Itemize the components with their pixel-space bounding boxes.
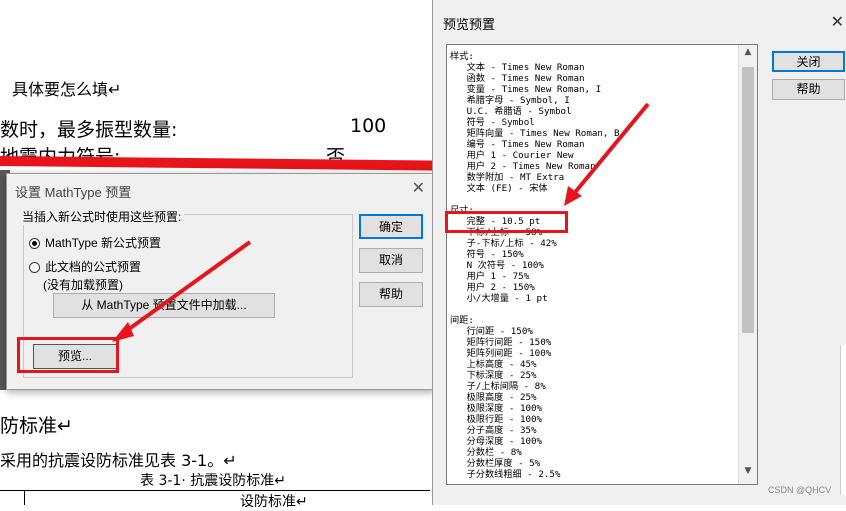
close-button[interactable]: 关闭: [772, 51, 845, 72]
param-max-modes-label: 数时，最多振型数量:: [0, 119, 178, 141]
dialog-title: 预览预置: [443, 17, 496, 32]
body-paragraph: 采用的抗震设防标准见表 3-1。↵: [0, 451, 237, 470]
cancel-button[interactable]: 取消: [359, 248, 423, 273]
group-title: 当插入新公式时使用这些预置:: [19, 208, 185, 225]
preview-highlight-box: [17, 337, 119, 373]
table-header-cell: 设防标准↵: [240, 494, 308, 510]
help-button[interactable]: 帮助: [772, 79, 845, 100]
side-panel-edge: [840, 345, 846, 495]
preview-text: 样式: 文本 - Times New Roman 函数 - Times New …: [450, 51, 620, 480]
size-highlight-box: [445, 211, 568, 233]
table-top-border: [0, 490, 430, 491]
help-button[interactable]: 帮助: [359, 282, 423, 307]
radio-checked-icon: [29, 238, 40, 249]
question-text: 具体要怎么填↵: [12, 80, 122, 99]
radio-document-preset-label: 此文档的公式预置: [45, 260, 142, 274]
param-max-modes-value: 100: [350, 115, 387, 137]
radio-unchecked-icon: [29, 262, 40, 273]
close-icon[interactable]: ✕: [831, 12, 844, 32]
table-caption: 表 3-1· 抗震设防标准↵: [140, 473, 286, 489]
radio-document-preset[interactable]: 此文档的公式预置: [29, 258, 141, 275]
no-preset-note: (没有加载预置): [43, 278, 123, 292]
vertical-scrollbar[interactable]: ▲ ▼: [738, 45, 757, 484]
radio-new-preset[interactable]: MathType 新公式预置: [29, 234, 161, 251]
dialog-title: 设置 MathType 预置: [15, 185, 132, 200]
scroll-up-icon[interactable]: ▲: [739, 47, 757, 63]
watermark: CSDN @QHCV: [768, 485, 832, 495]
close-icon[interactable]: ✕: [412, 178, 425, 198]
section-heading: 防标准↵: [0, 415, 73, 437]
ok-button[interactable]: 确定: [359, 214, 423, 239]
load-from-file-button[interactable]: 从 MathType 预置文件中加载...: [53, 293, 275, 318]
radio-new-preset-label: MathType 新公式预置: [45, 236, 162, 250]
scroll-thumb[interactable]: [742, 67, 754, 333]
scroll-down-icon[interactable]: ▼: [739, 466, 757, 482]
table-column-border: [24, 490, 25, 505]
